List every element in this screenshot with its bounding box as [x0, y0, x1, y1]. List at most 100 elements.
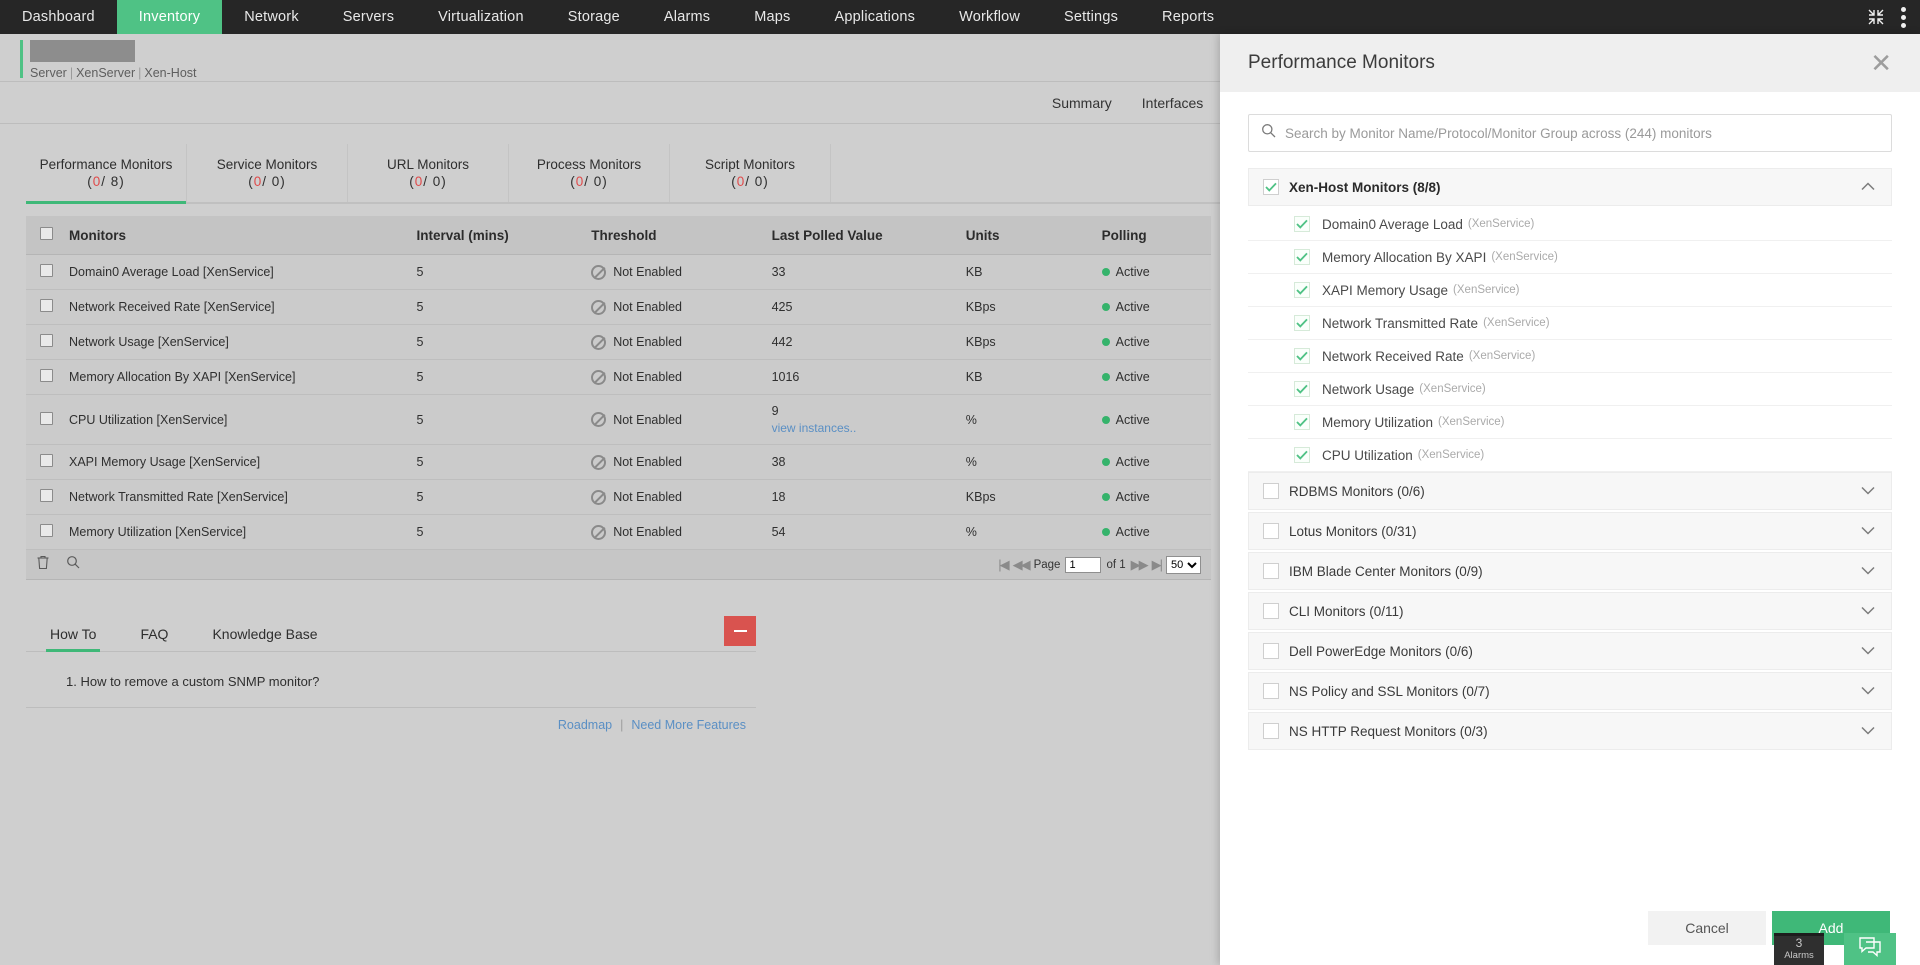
trash-icon[interactable] [36, 555, 50, 575]
monitor-group-list[interactable]: Xen-Host Monitors (8/8)Domain0 Average L… [1248, 168, 1892, 891]
monitor-checkbox[interactable] [1294, 282, 1310, 298]
monitor-group-header[interactable]: IBM Blade Center Monitors (0/9) [1248, 552, 1892, 590]
monitor-list-item[interactable]: CPU Utilization(XenService) [1248, 439, 1892, 472]
prev-page-button[interactable]: ◀◀ [1013, 557, 1029, 573]
help-tab-knowledge-base[interactable]: Knowledge Base [212, 626, 317, 651]
select-all-checkbox[interactable] [40, 227, 53, 240]
table-row[interactable]: Memory Allocation By XAPI [XenService]5N… [26, 360, 1211, 395]
group-checkbox[interactable] [1263, 723, 1279, 739]
monitor-list-item[interactable]: Network Transmitted Rate(XenService) [1248, 307, 1892, 340]
breadcrumb-server[interactable]: Server [30, 66, 67, 80]
nav-item-dashboard[interactable]: Dashboard [0, 0, 117, 34]
next-page-button[interactable]: ▶▶ [1131, 557, 1147, 573]
nav-item-applications[interactable]: Applications [813, 0, 938, 34]
page-size-select[interactable]: 50 [1166, 556, 1201, 574]
monitor-group-header[interactable]: CLI Monitors (0/11) [1248, 592, 1892, 630]
monitor-checkbox[interactable] [1294, 447, 1310, 463]
chevron-down-icon[interactable] [1861, 602, 1875, 620]
monitor-group-header[interactable]: Lotus Monitors (0/31) [1248, 512, 1892, 550]
monitor-list-item[interactable]: Network Usage(XenService) [1248, 373, 1892, 406]
monitor-tab-performance[interactable]: Performance Monitors (0/ 8) [26, 144, 187, 202]
view-instances-link[interactable]: view instances.. [772, 421, 950, 435]
minus-icon[interactable] [724, 616, 756, 646]
search-input[interactable] [1285, 126, 1879, 141]
table-row[interactable]: Network Usage [XenService]5Not Enabled44… [26, 325, 1211, 360]
group-checkbox[interactable] [1263, 483, 1279, 499]
chevron-down-icon[interactable] [1861, 642, 1875, 660]
collapse-icon[interactable] [1867, 8, 1885, 26]
breadcrumb-xenhost[interactable]: Xen-Host [144, 66, 196, 80]
table-row[interactable]: Network Transmitted Rate [XenService]5No… [26, 480, 1211, 515]
row-checkbox[interactable] [40, 454, 53, 467]
group-checkbox[interactable] [1263, 523, 1279, 539]
table-row[interactable]: Domain0 Average Load [XenService]5Not En… [26, 255, 1211, 290]
group-checkbox[interactable] [1263, 683, 1279, 699]
monitor-tab-url[interactable]: URL Monitors (0/ 0) [348, 144, 509, 202]
close-icon[interactable]: ✕ [1870, 50, 1892, 76]
monitor-search-box[interactable] [1248, 114, 1892, 152]
monitor-tab-service[interactable]: Service Monitors (0/ 0) [187, 144, 348, 202]
cancel-button[interactable]: Cancel [1648, 911, 1766, 945]
nav-item-maps[interactable]: Maps [732, 0, 812, 34]
help-tab-how-to[interactable]: How To [50, 626, 96, 651]
row-checkbox[interactable] [40, 412, 53, 425]
roadmap-link[interactable]: Roadmap [558, 718, 612, 732]
first-page-button[interactable]: |◀ [998, 557, 1007, 573]
nav-item-inventory[interactable]: Inventory [117, 0, 222, 34]
header-last-polled-value[interactable]: Last Polled Value [764, 216, 958, 255]
monitor-checkbox[interactable] [1294, 216, 1310, 232]
help-tab-faq[interactable]: FAQ [140, 626, 168, 651]
row-checkbox[interactable] [40, 489, 53, 502]
header-threshold[interactable]: Threshold [583, 216, 763, 255]
monitor-group-header[interactable]: NS HTTP Request Monitors (0/3) [1248, 712, 1892, 750]
chevron-down-icon[interactable] [1861, 522, 1875, 540]
nav-item-settings[interactable]: Settings [1042, 0, 1140, 34]
row-checkbox[interactable] [40, 299, 53, 312]
table-row[interactable]: CPU Utilization [XenService]5Not Enabled… [26, 395, 1211, 445]
monitor-tab-process[interactable]: Process Monitors (0/ 0) [509, 144, 670, 202]
chevron-down-icon[interactable] [1861, 482, 1875, 500]
monitor-checkbox[interactable] [1294, 414, 1310, 430]
nav-item-servers[interactable]: Servers [321, 0, 416, 34]
nav-item-workflow[interactable]: Workflow [937, 0, 1042, 34]
chevron-down-icon[interactable] [1861, 682, 1875, 700]
monitor-checkbox[interactable] [1294, 315, 1310, 331]
monitor-group-header[interactable]: RDBMS Monitors (0/6) [1248, 472, 1892, 510]
monitor-checkbox[interactable] [1294, 348, 1310, 364]
header-monitors[interactable]: Monitors [61, 216, 409, 255]
nav-item-virtualization[interactable]: Virtualization [416, 0, 546, 34]
header-interval[interactable]: Interval (mins) [409, 216, 584, 255]
row-checkbox[interactable] [40, 524, 53, 537]
tab-summary[interactable]: Summary [1052, 95, 1112, 111]
chevron-down-icon[interactable] [1861, 722, 1875, 740]
nav-item-storage[interactable]: Storage [546, 0, 642, 34]
monitor-checkbox[interactable] [1294, 249, 1310, 265]
table-row[interactable]: Memory Utilization [XenService]5Not Enab… [26, 515, 1211, 550]
monitor-tab-script[interactable]: Script Monitors (0/ 0) [670, 144, 831, 202]
chat-button[interactable] [1844, 933, 1896, 965]
row-checkbox[interactable] [40, 264, 53, 277]
monitor-group-header[interactable]: Dell PowerEdge Monitors (0/6) [1248, 632, 1892, 670]
monitor-list-item[interactable]: Network Received Rate(XenService) [1248, 340, 1892, 373]
group-checkbox[interactable] [1263, 179, 1279, 195]
tab-interfaces[interactable]: Interfaces [1142, 95, 1203, 111]
chevron-down-icon[interactable] [1861, 562, 1875, 580]
page-input[interactable] [1065, 557, 1101, 573]
search-icon[interactable] [66, 555, 80, 574]
nav-item-reports[interactable]: Reports [1140, 0, 1236, 34]
monitor-list-item[interactable]: XAPI Memory Usage(XenService) [1248, 274, 1892, 307]
kebab-menu-icon[interactable] [1901, 7, 1906, 28]
monitor-checkbox[interactable] [1294, 381, 1310, 397]
chevron-up-icon[interactable] [1861, 178, 1875, 196]
alarms-badge[interactable]: 3 Alarms [1774, 933, 1824, 965]
monitor-group-header[interactable]: Xen-Host Monitors (8/8) [1248, 168, 1892, 206]
header-polling[interactable]: Polling [1094, 216, 1211, 255]
row-checkbox[interactable] [40, 334, 53, 347]
row-checkbox[interactable] [40, 369, 53, 382]
table-row[interactable]: Network Received Rate [XenService]5Not E… [26, 290, 1211, 325]
last-page-button[interactable]: ▶| [1152, 557, 1161, 573]
monitor-group-header[interactable]: NS Policy and SSL Monitors (0/7) [1248, 672, 1892, 710]
monitor-list-item[interactable]: Domain0 Average Load(XenService) [1248, 208, 1892, 241]
nav-item-network[interactable]: Network [222, 0, 321, 34]
breadcrumb-xenserver[interactable]: XenServer [76, 66, 135, 80]
